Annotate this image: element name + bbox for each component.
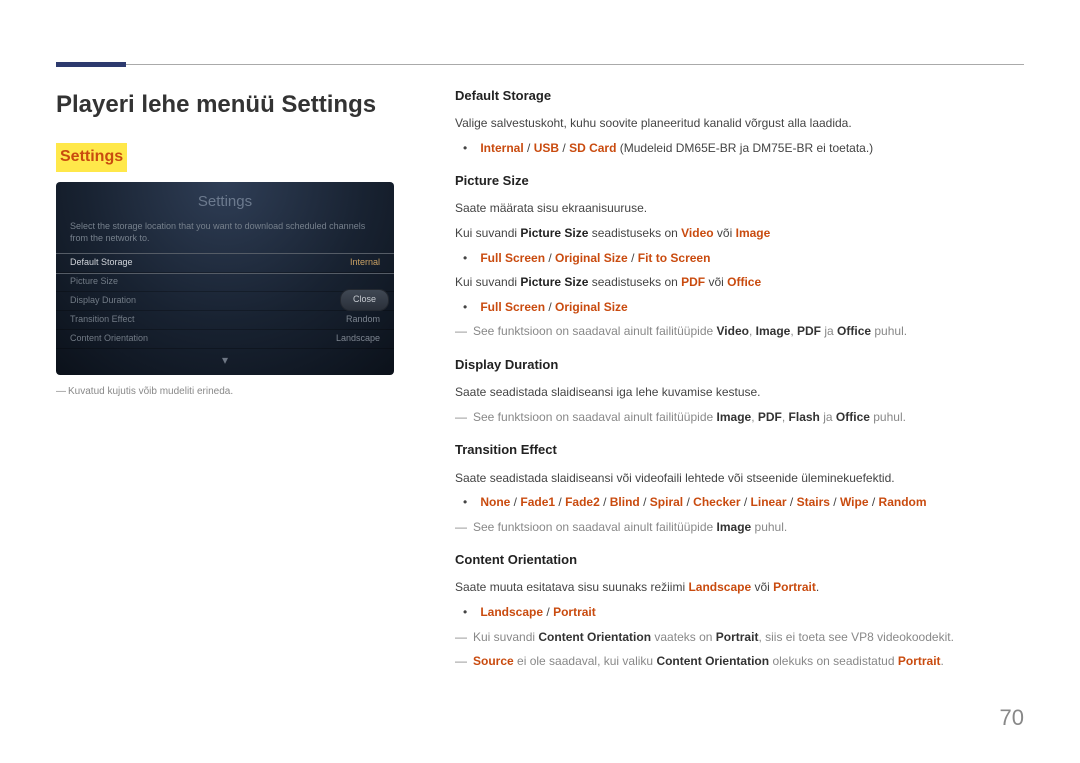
top-rule bbox=[56, 64, 1024, 65]
caption-text: Kuvatud kujutis võib mudeliti erineda. bbox=[68, 386, 233, 397]
dash-icon: ― bbox=[455, 518, 473, 537]
list-item: None / Fade1 / Fade2 / Blind / Spiral / … bbox=[477, 493, 1024, 512]
row-label: Default Storage bbox=[70, 256, 133, 270]
page-title: Playeri lehe menüü Settings bbox=[56, 86, 421, 123]
screen-caption: ―Kuvatud kujutis võib mudeliti erineda. bbox=[56, 385, 421, 399]
left-column: Playeri lehe menüü Settings Settings Set… bbox=[56, 86, 421, 677]
close-button[interactable]: Close bbox=[340, 289, 389, 311]
dash-icon: ― bbox=[455, 322, 473, 341]
screen-mock-subtitle: Select the storage location that you wan… bbox=[56, 217, 394, 252]
dash-icon: ― bbox=[455, 652, 473, 671]
row-label: Display Duration bbox=[70, 294, 136, 308]
list-item: Full Screen / Original Size bbox=[477, 298, 1024, 317]
opt: USB bbox=[534, 141, 559, 155]
desc-content-orientation: Saate muuta esitatava sisu suunaks režii… bbox=[455, 578, 1024, 597]
row-value: Internal bbox=[350, 256, 380, 270]
list-item: Internal / USB / SD Card (Mudeleid DM65E… bbox=[477, 139, 1024, 158]
dash-icon: ― bbox=[455, 628, 473, 647]
heading-picture-size: Picture Size bbox=[455, 171, 1024, 191]
heading-transition-effect: Transition Effect bbox=[455, 440, 1024, 460]
opt: Internal bbox=[480, 141, 523, 155]
note-content-orientation-2: ― Source ei ole saadaval, kui valiku Con… bbox=[455, 652, 1024, 671]
row-label: Transition Effect bbox=[70, 313, 135, 327]
desc-picture-size: Saate määrata sisu ekraanisuuruse. bbox=[455, 199, 1024, 218]
screen-row-transition-effect[interactable]: Transition Effect Random bbox=[56, 311, 394, 330]
screen-row-picture-size[interactable]: Picture Size bbox=[56, 273, 394, 292]
note-picture-size: ― See funktsioon on saadaval ainult fail… bbox=[455, 322, 1024, 341]
page: Playeri lehe menüü Settings Settings Set… bbox=[0, 0, 1080, 763]
heading-display-duration: Display Duration bbox=[455, 355, 1024, 375]
right-column: Default Storage Valige salvestuskoht, ku… bbox=[455, 86, 1024, 677]
page-number: 70 bbox=[1000, 701, 1024, 735]
row-value: Random bbox=[346, 313, 380, 327]
bullets-picture-size-2: Full Screen / Original Size bbox=[455, 298, 1024, 317]
row-label: Content Orientation bbox=[70, 332, 148, 346]
heading-content-orientation: Content Orientation bbox=[455, 550, 1024, 570]
bullets-content-orientation: Landscape / Portrait bbox=[455, 603, 1024, 622]
content-columns: Playeri lehe menüü Settings Settings Set… bbox=[56, 44, 1024, 677]
list-item: Landscape / Portrait bbox=[477, 603, 1024, 622]
desc-default-storage: Valige salvestuskoht, kuhu soovite plane… bbox=[455, 114, 1024, 133]
chevron-down-icon[interactable]: ▾ bbox=[56, 349, 394, 376]
desc-transition-effect: Saate seadistada slaidiseansi või videof… bbox=[455, 469, 1024, 488]
opt: SD Card bbox=[569, 141, 616, 155]
bullets-default-storage: Internal / USB / SD Card (Mudeleid DM65E… bbox=[455, 139, 1024, 158]
note-transition-effect: ― See funktsioon on saadaval ainult fail… bbox=[455, 518, 1024, 537]
line-picture-size-pdf-office: Kui suvandi Picture Size seadistuseks on… bbox=[455, 273, 1024, 292]
row-value: Landscape bbox=[336, 332, 380, 346]
settings-screen-mock: Settings Select the storage location tha… bbox=[56, 182, 394, 375]
bullets-transition-effect: None / Fade1 / Fade2 / Blind / Spiral / … bbox=[455, 493, 1024, 512]
line-picture-size-video-image: Kui suvandi Picture Size seadistuseks on… bbox=[455, 224, 1024, 243]
heading-default-storage: Default Storage bbox=[455, 86, 1024, 106]
desc-display-duration: Saate seadistada slaidiseansi iga lehe k… bbox=[455, 383, 1024, 402]
opt-post: (Mudeleid DM65E-BR ja DM75E-BR ei toetat… bbox=[616, 141, 873, 155]
row-label: Picture Size bbox=[70, 275, 118, 289]
dash-icon: ― bbox=[455, 408, 473, 427]
screen-row-content-orientation[interactable]: Content Orientation Landscape bbox=[56, 330, 394, 349]
settings-highlight: Settings bbox=[56, 143, 127, 172]
screen-mock-title: Settings bbox=[56, 182, 394, 217]
bullets-picture-size-1: Full Screen / Original Size / Fit to Scr… bbox=[455, 249, 1024, 268]
note-content-orientation-1: ― Kui suvandi Content Orientation vaatek… bbox=[455, 628, 1024, 647]
screen-row-default-storage[interactable]: Default Storage Internal bbox=[56, 254, 394, 273]
dash-icon: ― bbox=[56, 385, 68, 399]
note-display-duration: ― See funktsioon on saadaval ainult fail… bbox=[455, 408, 1024, 427]
screen-mock-list: Default Storage Internal Picture Size Di… bbox=[56, 253, 394, 349]
list-item: Full Screen / Original Size / Fit to Scr… bbox=[477, 249, 1024, 268]
